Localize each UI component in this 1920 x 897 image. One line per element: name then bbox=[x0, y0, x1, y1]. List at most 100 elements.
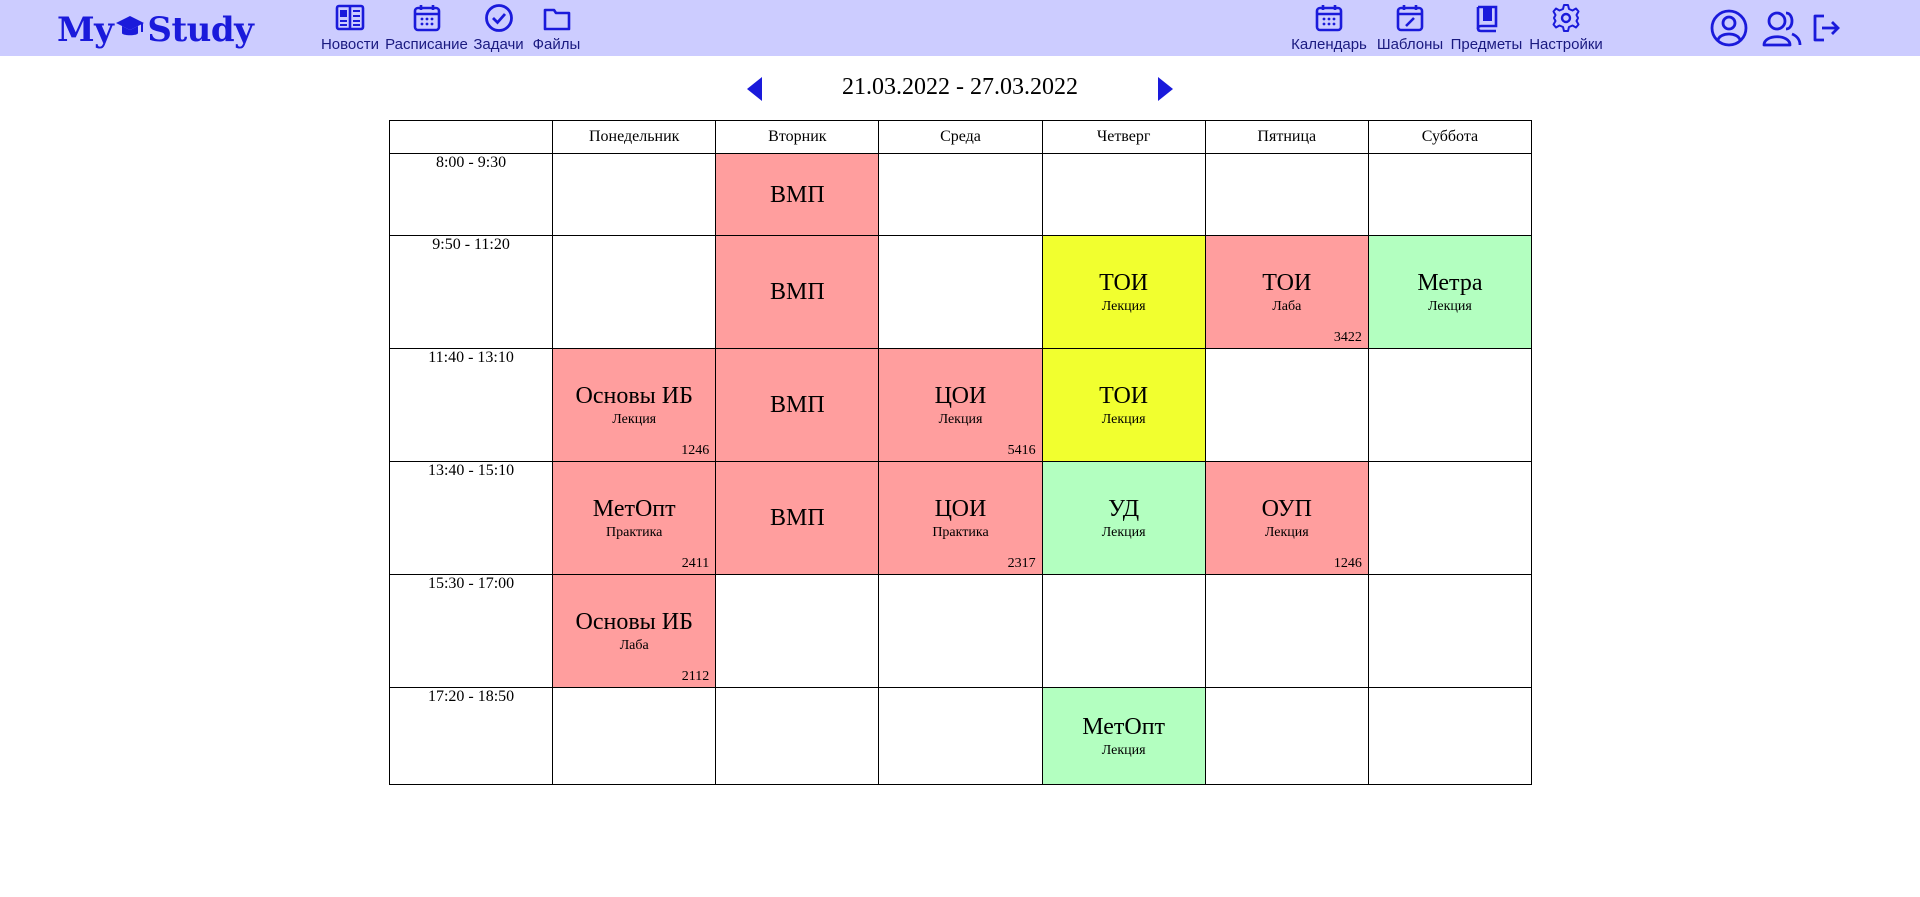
nav-templates[interactable]: Шаблоны bbox=[1375, 0, 1445, 56]
lesson-cell[interactable]: ТОИ Лаба 3422 bbox=[1204, 235, 1369, 349]
week-navigation: 21.03.2022 - 27.03.2022 bbox=[0, 72, 1920, 106]
schedule-row: 13:40 - 15:10 МетОпт Практика 2411 ВМП ЦОИ Пра… bbox=[388, 461, 1533, 575]
schedule-header-row: Понедельник Вторник Среда Четверг Пятниц… bbox=[388, 120, 1533, 154]
gear-icon bbox=[1552, 4, 1580, 32]
profile-icon[interactable] bbox=[1709, 8, 1749, 48]
lesson-type: Лекция bbox=[612, 412, 657, 427]
empty-slot[interactable] bbox=[1204, 348, 1369, 462]
nav-news[interactable]: Новости bbox=[320, 0, 380, 56]
schedule-row: 11:40 - 13:10 Основы ИБ Лекция 1246 ВМП ЦОИ Ле… bbox=[388, 348, 1533, 462]
calendar-icon bbox=[413, 5, 440, 32]
empty-slot[interactable] bbox=[878, 153, 1043, 236]
lesson-cell[interactable]: ТОИ Лекция bbox=[1041, 235, 1206, 349]
top-bar: My Study Новости Расписание Задачи Файлы… bbox=[0, 0, 1920, 56]
logout-icon[interactable] bbox=[1811, 12, 1841, 44]
lesson-subject: МетОпт bbox=[592, 496, 676, 522]
app-logo[interactable]: My Study bbox=[57, 10, 254, 50]
lesson-type: Лекция bbox=[1101, 299, 1146, 314]
lesson-room: 1246 bbox=[681, 443, 710, 458]
lesson-cell[interactable]: ВМП bbox=[715, 153, 880, 236]
lesson-cell[interactable]: Основы ИБ Лекция 1246 bbox=[552, 348, 717, 462]
empty-slot[interactable] bbox=[1204, 687, 1369, 785]
lesson-cell[interactable]: Метра Лекция bbox=[1367, 235, 1533, 349]
lesson-cell[interactable]: ТОИ Лекция bbox=[1041, 348, 1206, 462]
empty-slot[interactable] bbox=[552, 687, 717, 785]
time-slot-label: 15:30 - 17:00 bbox=[388, 574, 554, 688]
time-slot-label: 9:50 - 11:20 bbox=[388, 235, 554, 349]
users-icon[interactable] bbox=[1761, 8, 1803, 48]
news-icon bbox=[335, 4, 365, 31]
lesson-room: 2317 bbox=[1007, 556, 1036, 571]
lesson-subject: УД bbox=[1108, 496, 1140, 522]
nav-tasks-label: Задачи bbox=[473, 36, 524, 53]
nav-calendar[interactable]: Календарь bbox=[1290, 0, 1368, 56]
lesson-type: Лекция bbox=[1101, 412, 1146, 427]
empty-slot[interactable] bbox=[878, 235, 1043, 349]
nav-files[interactable]: Файлы bbox=[529, 0, 584, 56]
lesson-cell[interactable]: ЦОИ Лекция 5416 bbox=[878, 348, 1043, 462]
empty-slot[interactable] bbox=[1367, 153, 1533, 236]
lesson-room: 3422 bbox=[1333, 330, 1362, 345]
lesson-type: Лаба bbox=[1272, 299, 1302, 314]
nav-news-label: Новости bbox=[320, 36, 380, 53]
lesson-cell[interactable]: ЦОИ Практика 2317 bbox=[878, 461, 1043, 575]
empty-slot[interactable] bbox=[1367, 348, 1533, 462]
day-header: Пятница bbox=[1204, 120, 1369, 154]
lesson-cell[interactable]: ВМП bbox=[715, 461, 880, 575]
next-week-arrow-icon[interactable] bbox=[1156, 76, 1174, 102]
lesson-room: 1246 bbox=[1333, 556, 1362, 571]
lesson-room: 5416 bbox=[1007, 443, 1036, 458]
lesson-subject: ОУП bbox=[1261, 496, 1312, 522]
day-header: Четверг bbox=[1041, 120, 1206, 154]
day-header: Суббота bbox=[1367, 120, 1533, 154]
schedule-row: 8:00 - 9:30 ВМП bbox=[388, 153, 1533, 236]
lesson-cell[interactable]: ВМП bbox=[715, 235, 880, 349]
empty-slot[interactable] bbox=[1367, 461, 1533, 575]
nav-right: Календарь Шаблоны Предметы Настройки bbox=[1290, 0, 1606, 56]
nav-subjects[interactable]: Предметы bbox=[1449, 0, 1524, 56]
lesson-cell[interactable]: МетОпт Лекция bbox=[1041, 687, 1206, 785]
lesson-type: Практика bbox=[932, 525, 989, 540]
empty-slot[interactable] bbox=[1204, 153, 1369, 236]
nav-templates-label: Шаблоны bbox=[1376, 36, 1444, 53]
book-icon bbox=[1476, 5, 1497, 33]
time-slot-label: 11:40 - 13:10 bbox=[388, 348, 554, 462]
lesson-room: 2112 bbox=[681, 669, 710, 684]
corner-cell bbox=[388, 120, 554, 154]
lesson-cell[interactable]: ОУП Лекция 1246 bbox=[1204, 461, 1369, 575]
lesson-cell[interactable]: УД Лекция bbox=[1041, 461, 1206, 575]
lesson-cell[interactable]: МетОпт Практика 2411 bbox=[552, 461, 717, 575]
empty-slot[interactable] bbox=[1041, 153, 1206, 236]
check-circle-icon bbox=[484, 4, 513, 32]
nav-settings[interactable]: Настройки bbox=[1526, 0, 1606, 56]
nav-settings-label: Настройки bbox=[1529, 36, 1603, 53]
nav-files-label: Файлы bbox=[532, 36, 581, 53]
time-slot-label: 13:40 - 15:10 bbox=[388, 461, 554, 575]
empty-slot[interactable] bbox=[1204, 574, 1369, 688]
lesson-subject: ВМП bbox=[770, 181, 825, 208]
empty-slot[interactable] bbox=[1041, 574, 1206, 688]
empty-slot[interactable] bbox=[1367, 687, 1533, 785]
lesson-room: 2411 bbox=[681, 556, 710, 571]
empty-slot[interactable] bbox=[1367, 574, 1533, 688]
empty-slot[interactable] bbox=[878, 574, 1043, 688]
empty-slot[interactable] bbox=[552, 235, 717, 349]
empty-slot[interactable] bbox=[715, 574, 880, 688]
week-range-label: 21.03.2022 - 27.03.2022 bbox=[842, 74, 1078, 100]
empty-slot[interactable] bbox=[878, 687, 1043, 785]
lesson-type: Лекция bbox=[938, 412, 983, 427]
nav-schedule[interactable]: Расписание bbox=[384, 0, 469, 56]
lesson-cell[interactable]: ВМП bbox=[715, 348, 880, 462]
lesson-cell[interactable]: Основы ИБ Лаба 2112 bbox=[552, 574, 717, 688]
empty-slot[interactable] bbox=[552, 153, 717, 236]
graduation-cap-icon bbox=[115, 10, 145, 50]
nav-subjects-label: Предметы bbox=[1450, 36, 1523, 53]
day-header: Вторник bbox=[715, 120, 880, 154]
nav-calendar-label: Календарь bbox=[1291, 36, 1367, 53]
lesson-subject: ТОИ bbox=[1099, 270, 1149, 296]
empty-slot[interactable] bbox=[715, 687, 880, 785]
schedule-table: Понедельник Вторник Среда Четверг Пятниц… bbox=[388, 120, 1533, 785]
nav-tasks[interactable]: Задачи bbox=[471, 0, 526, 56]
lesson-subject: Метра bbox=[1417, 270, 1483, 296]
lesson-subject: ВМП bbox=[770, 279, 825, 305]
